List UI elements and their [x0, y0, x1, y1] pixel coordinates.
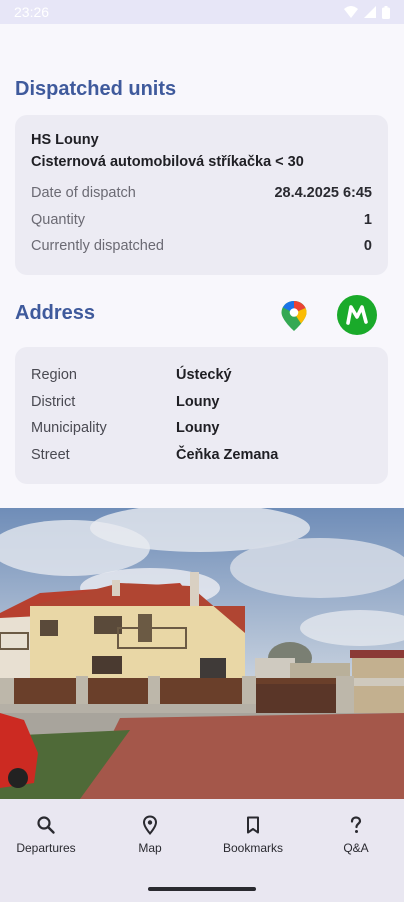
question-icon: [350, 816, 362, 833]
address-title: Address: [15, 302, 96, 324]
nav-qa[interactable]: Q&A: [306, 815, 404, 855]
dispatch-date-value: 28.4.2025 6:45: [274, 185, 372, 201]
quantity-value: 1: [363, 212, 372, 228]
status-time: 23:26: [14, 4, 50, 20]
mapy-button[interactable]: [337, 295, 377, 335]
currently-dispatched-value: 0: [363, 238, 372, 254]
address-card: Region Ústecký District Louny Municipali…: [15, 347, 388, 484]
municipality-label: Municipality: [31, 420, 107, 436]
street-view-illustration: [0, 508, 404, 799]
nav-departures-label: Departures: [16, 841, 76, 855]
nav-bookmarks[interactable]: Bookmarks: [203, 815, 303, 855]
map-pin-icon: [142, 815, 158, 835]
district-value: Louny: [176, 394, 220, 410]
wifi-icon: [344, 6, 358, 18]
signal-icon: [364, 6, 376, 18]
home-indicator[interactable]: [148, 887, 256, 891]
municipality-value: Louny: [176, 420, 220, 436]
dispatch-date-label: Date of dispatch: [31, 185, 136, 201]
google-maps-button[interactable]: [280, 300, 308, 332]
dispatched-units-title: Dispatched units: [15, 78, 177, 100]
google-maps-icon: [281, 301, 307, 331]
quantity-label: Quantity: [31, 212, 85, 228]
dispatched-unit-card: HS Louny Cisternová automobilová stříkač…: [15, 115, 388, 275]
battery-icon: [382, 5, 390, 19]
unit-station: HS Louny: [31, 132, 99, 148]
street-value: Čeňka Zemana: [176, 447, 279, 463]
status-icons: [344, 5, 390, 19]
mapy-logo-icon: [346, 305, 368, 325]
street-label: Street: [31, 447, 70, 463]
bookmark-icon: [247, 816, 259, 834]
nav-map[interactable]: Map: [100, 815, 200, 855]
nav-qa-label: Q&A: [343, 841, 369, 855]
status-bar: 23:26: [0, 0, 404, 24]
nav-bookmarks-label: Bookmarks: [222, 841, 284, 855]
unit-vehicle: Cisternová automobilová stříkačka < 30: [31, 154, 304, 170]
district-label: District: [31, 394, 76, 410]
search-icon: [37, 816, 55, 834]
region-value: Ústecký: [176, 367, 232, 383]
currently-dispatched-label: Currently dispatched: [31, 238, 164, 254]
region-label: Region: [31, 367, 77, 383]
nav-departures[interactable]: Departures: [0, 815, 96, 855]
street-view-image[interactable]: [0, 508, 404, 799]
nav-map-label: Map: [138, 841, 162, 855]
